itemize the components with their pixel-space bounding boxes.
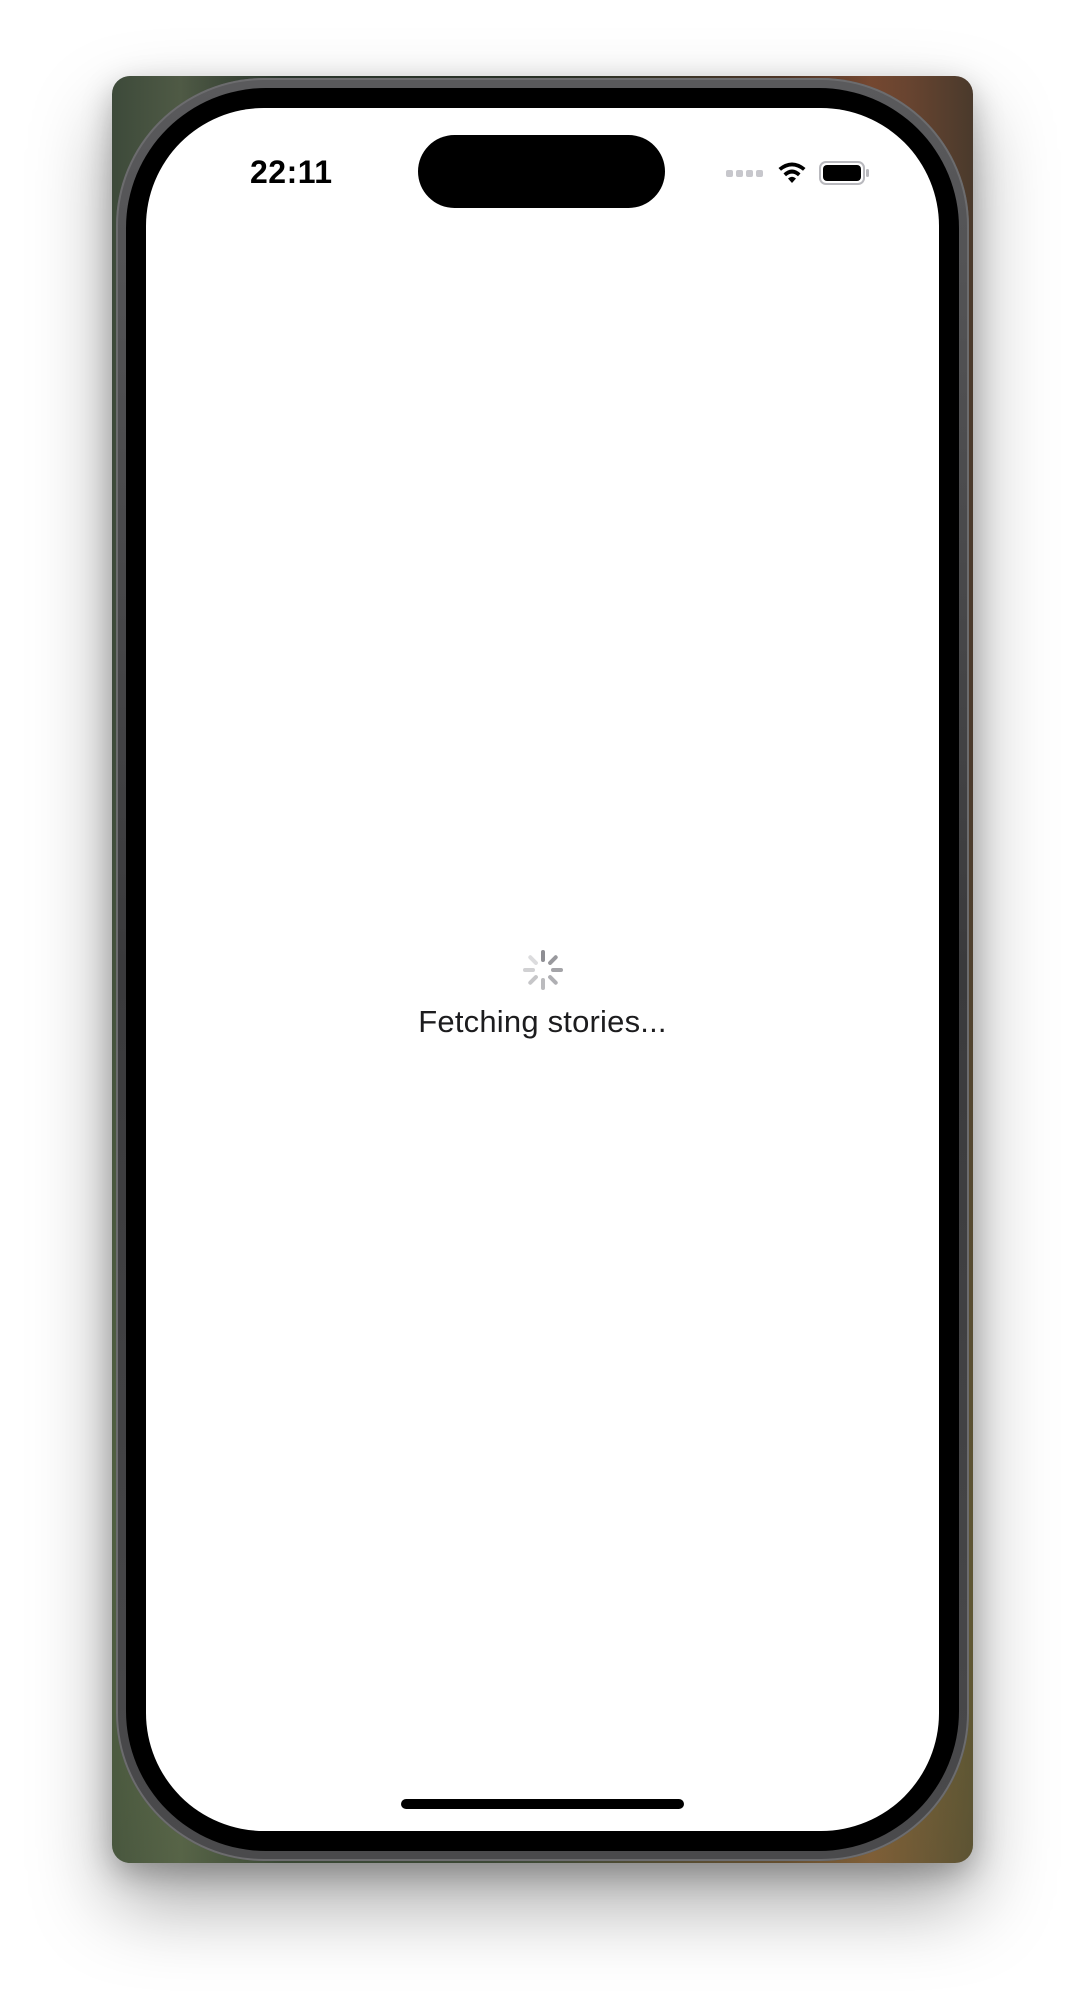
- status-icons: [726, 156, 871, 190]
- loading-indicator: Fetching stories...: [146, 948, 939, 1040]
- wifi-icon: [777, 161, 807, 185]
- loading-label: Fetching stories...: [418, 1004, 667, 1039]
- status-time: 22:11: [250, 154, 333, 190]
- activity-spinner-icon: [522, 950, 563, 990]
- phone-screen: 22:11 Fetching stories...: [146, 108, 939, 1831]
- dynamic-island: [418, 135, 665, 208]
- home-indicator[interactable]: [401, 1799, 684, 1809]
- status-bar: 22:11: [146, 108, 939, 218]
- cellular-signal-icon: [726, 169, 763, 177]
- battery-icon: [819, 160, 871, 186]
